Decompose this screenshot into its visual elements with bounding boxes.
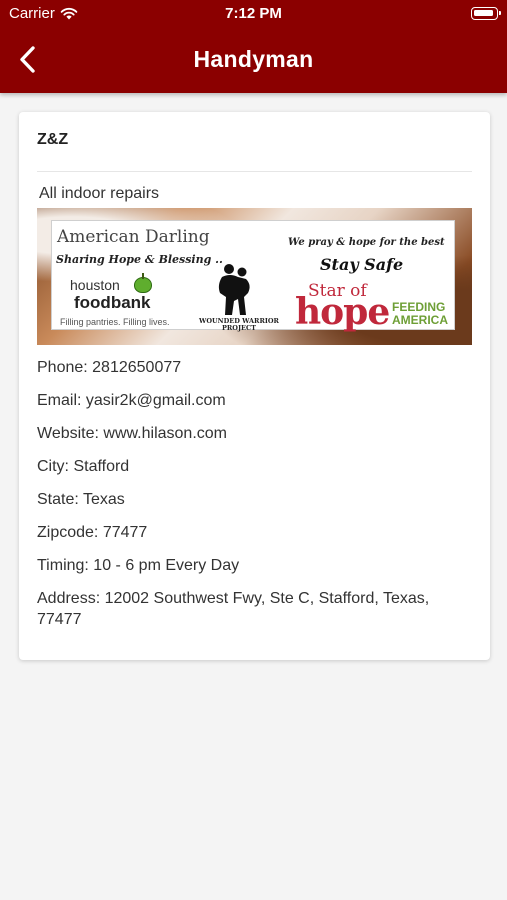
listing-card: Z&Z All indoor repairs American Darling … — [19, 112, 490, 660]
app-header: Carrier 7:12 PM Handyman — [0, 0, 507, 93]
feeding-america-line2: AMERICA — [392, 313, 448, 327]
foodbank-logo-line1: houston — [70, 277, 120, 293]
timing-field: Timing: 10 - 6 pm Every Day — [37, 557, 240, 574]
status-bar: Carrier 7:12 PM — [0, 0, 507, 28]
address-field: Address: 12002 Southwest Fwy, Ste C, Sta… — [37, 590, 430, 628]
city-field: City: Stafford — [37, 458, 130, 475]
feeding-america-logo: FEEDING AMERICA — [392, 301, 448, 327]
banner-stay-safe: Stay Safe — [320, 255, 404, 274]
banner-tagline: Sharing Hope & Blessing .. — [56, 253, 223, 266]
wounded-warrior-label: WOUNDED WARRIOR PROJECT — [199, 317, 279, 332]
foodbank-slogan: Filling pantries. Filling lives. — [60, 317, 170, 327]
star-of-hope-line2: hope — [295, 291, 390, 333]
american-darling-logo: American Darling — [57, 227, 210, 247]
phone-field[interactable]: Phone: 2812650077 — [37, 357, 181, 378]
listing-name: Z&Z — [37, 131, 69, 148]
sponsor-banner: American Darling Sharing Hope & Blessing… — [37, 208, 472, 345]
website-field[interactable]: Website: www.hilason.com — [37, 423, 227, 444]
navigation-bar: Handyman — [0, 30, 507, 90]
state-field: State: Texas — [37, 491, 125, 508]
page-title: Handyman — [193, 46, 314, 72]
wounded-warrior-icon — [218, 264, 250, 315]
apple-icon — [134, 273, 152, 293]
divider — [37, 171, 472, 172]
listing-description: All indoor repairs — [39, 185, 160, 202]
sponsor-banner-panel: American Darling Sharing Hope & Blessing… — [51, 220, 455, 333]
foodbank-logo-line2: foodbank — [74, 293, 151, 312]
zipcode-field: Zipcode: 77477 — [37, 524, 148, 541]
battery-icon — [471, 7, 501, 20]
status-time: 7:12 PM — [225, 5, 282, 22]
email-field[interactable]: Email: yasir2k@gmail.com — [37, 390, 226, 411]
banner-pray-text: We pray & hope for the best — [288, 237, 445, 248]
